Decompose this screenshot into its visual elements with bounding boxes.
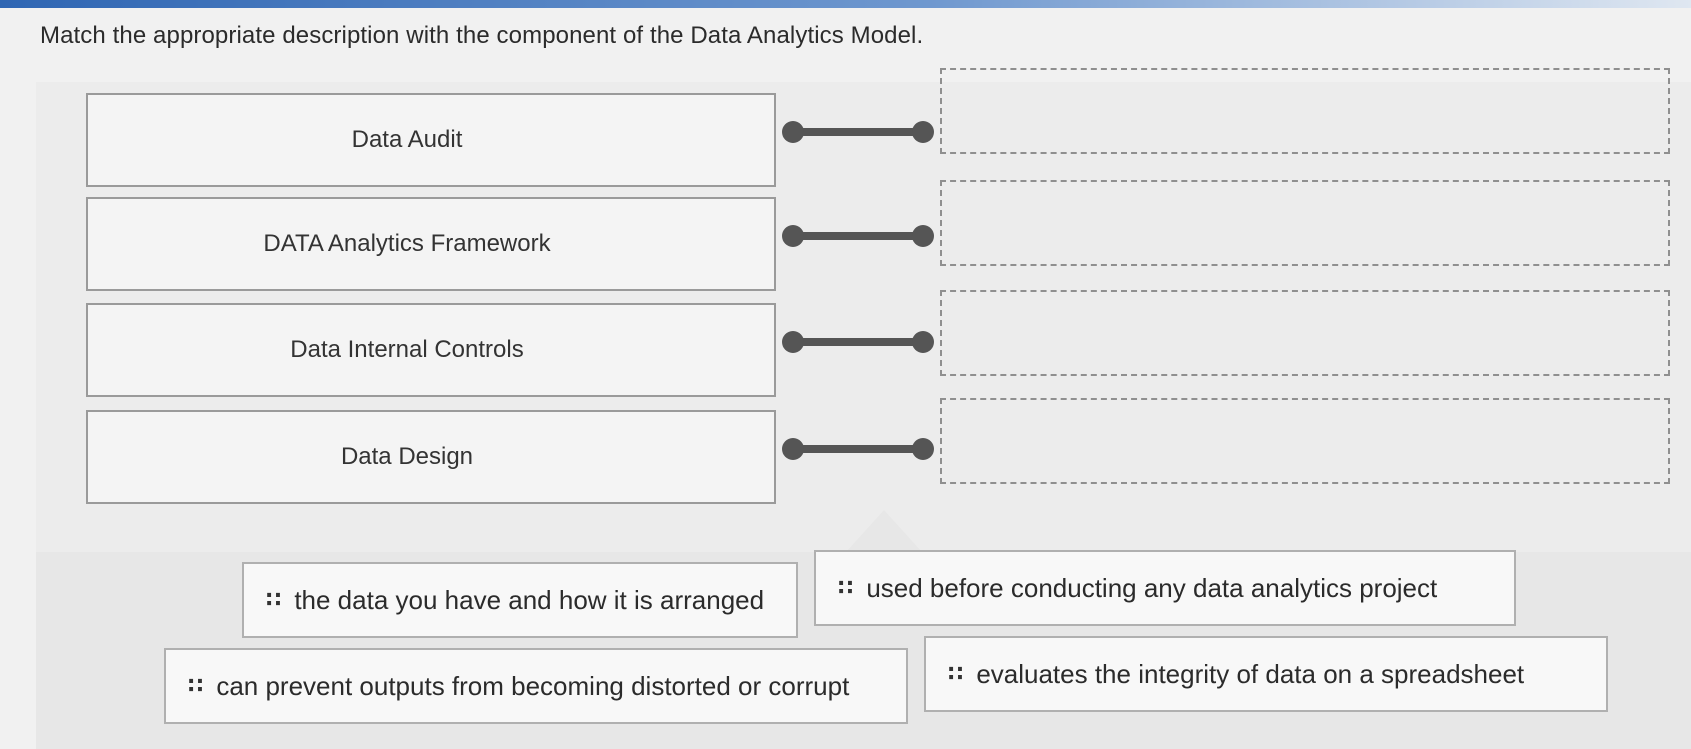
question-instructions: Match the appropriate description with t… <box>40 22 924 49</box>
term-label: Data Design <box>340 443 474 470</box>
drag-handle-icon: ∷ <box>266 587 281 612</box>
answer-chip-label: used before conducting any data analytic… <box>866 572 1438 603</box>
term-label: Data Internal Controls <box>290 336 524 363</box>
answer-chip-label: can prevent outputs from becoming distor… <box>216 670 850 701</box>
drop-zone-3[interactable] <box>940 290 1670 376</box>
term-box-data-design: Data Design <box>86 410 776 504</box>
drop-zone-4[interactable] <box>940 398 1670 484</box>
answer-chip-used-before[interactable]: ∷ used before conducting any data analyt… <box>814 550 1516 626</box>
term-label: Data Audit <box>351 126 463 153</box>
answer-chip-prevent-outputs[interactable]: ∷ can prevent outputs from becoming dist… <box>164 648 908 724</box>
connector-3 <box>782 331 942 353</box>
answer-bank-pointer <box>846 510 922 552</box>
term-label: DATA Analytics Framework <box>263 230 551 257</box>
answer-chip-evaluates-integrity[interactable]: ∷ evaluates the integrity of data on a s… <box>924 636 1608 712</box>
drop-zone-2[interactable] <box>940 180 1670 266</box>
term-box-data-analytics-framework: DATA Analytics Framework <box>86 197 776 291</box>
answer-chip-label: the data you have and how it is arranged <box>294 584 765 615</box>
answer-chip-data-arranged[interactable]: ∷ the data you have and how it is arrang… <box>242 562 798 638</box>
drag-handle-icon: ∷ <box>948 661 963 686</box>
connector-1 <box>782 121 942 143</box>
connector-4 <box>782 438 942 460</box>
drop-zone-1[interactable] <box>940 68 1670 154</box>
term-box-data-audit: Data Audit <box>86 93 776 187</box>
drag-handle-icon: ∷ <box>838 575 853 600</box>
term-box-data-internal-controls: Data Internal Controls <box>86 303 776 397</box>
header-band <box>0 0 1691 8</box>
connector-2 <box>782 225 942 247</box>
answer-chip-label: evaluates the integrity of data on a spr… <box>976 658 1525 689</box>
drag-handle-icon: ∷ <box>188 673 203 698</box>
